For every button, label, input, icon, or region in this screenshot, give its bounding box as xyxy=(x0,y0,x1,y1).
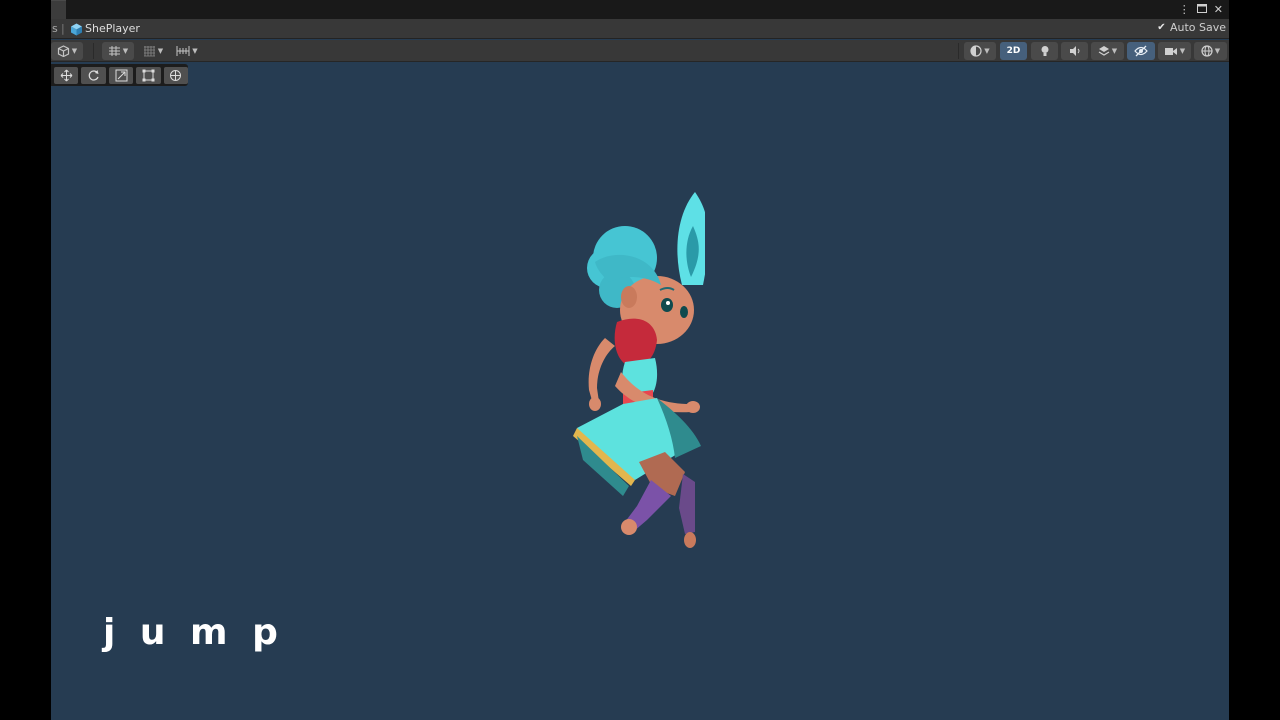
move-icon xyxy=(60,69,73,81)
toolbar-separator xyxy=(958,43,959,59)
shading-mode-dropdown[interactable]: ▼ xyxy=(964,42,996,60)
lighting-toggle[interactable] xyxy=(1031,42,1058,60)
animation-caption: j u m p xyxy=(103,612,284,653)
chevron-down-icon: ▼ xyxy=(984,47,990,55)
chevron-down-icon: ▼ xyxy=(1179,47,1186,55)
rotate-icon xyxy=(88,69,99,81)
cube-outline-icon xyxy=(57,45,69,57)
effects-dropdown[interactable]: ▼ xyxy=(1091,42,1124,60)
chevron-down-icon: ▼ xyxy=(192,47,198,55)
scene-toolbar: ▼ ▼ ▼ ▼ ▼ 2D ▼ ▼ ▼ xyxy=(51,40,1229,62)
check-icon[interactable]: ✔ xyxy=(1156,22,1167,33)
chevron-down-icon: ▼ xyxy=(122,47,129,55)
grid-snap-dropdown[interactable]: ▼ xyxy=(137,42,169,60)
pivot-dropdown[interactable]: ▼ xyxy=(102,42,134,60)
transform-icon xyxy=(170,69,182,81)
move-tool-button[interactable] xyxy=(54,66,79,84)
scale-icon xyxy=(115,69,128,81)
character-headdress xyxy=(677,192,705,285)
chevron-down-icon: ▼ xyxy=(71,47,78,55)
camera-icon xyxy=(1164,47,1177,55)
tab-strip: ⋮ ✕ xyxy=(51,0,1229,19)
maximize-icon[interactable] xyxy=(1196,3,1207,16)
globe-icon xyxy=(1201,45,1213,57)
character-skirt xyxy=(573,398,701,496)
gizmos-dropdown[interactable]: ▼ xyxy=(1194,42,1227,60)
rotate-tool-button[interactable] xyxy=(81,66,106,84)
prefab-cube-icon xyxy=(70,21,83,40)
transform-tools-overlay xyxy=(51,64,189,86)
chevron-down-icon: ▼ xyxy=(1111,47,1118,55)
breadcrumb-previous[interactable]: s xyxy=(52,22,58,35)
ruler-icon xyxy=(176,46,190,56)
auto-save-toggle[interactable]: ✔ Auto Save xyxy=(1156,21,1226,34)
kebab-icon[interactable]: ⋮ xyxy=(1179,3,1190,16)
sphere-icon xyxy=(970,45,982,57)
transform-tool-button[interactable] xyxy=(163,66,189,84)
close-icon[interactable]: ✕ xyxy=(1214,3,1223,16)
layers-icon xyxy=(1098,46,1110,56)
light-bulb-icon xyxy=(1041,46,1048,56)
eye-hidden-icon xyxy=(1134,45,1148,57)
window-controls: ⋮ ✕ xyxy=(1179,1,1223,18)
view-2d-toggle[interactable]: 2D xyxy=(1000,42,1027,60)
rect-transform-icon xyxy=(142,69,155,81)
draw-mode-dropdown[interactable]: ▼ xyxy=(51,42,83,60)
breadcrumb-separator: | xyxy=(61,22,65,35)
camera-dropdown[interactable]: ▼ xyxy=(1158,42,1191,60)
chevron-down-icon: ▼ xyxy=(1214,47,1221,55)
scale-tool-button[interactable] xyxy=(108,66,134,84)
rect-tool-button[interactable] xyxy=(136,66,161,84)
character-sprite[interactable] xyxy=(525,190,705,552)
toolbar-separator xyxy=(93,43,94,59)
increment-snap-dropdown[interactable]: ▼ xyxy=(171,42,203,60)
chevron-down-icon: ▼ xyxy=(157,47,164,55)
audio-toggle[interactable] xyxy=(1061,42,1088,60)
scene-view-window: ⋮ ✕ s | ShePlayer ✔ Auto Save ▼ ▼ ▼ ▼ ▼ … xyxy=(51,0,1229,720)
breadcrumb-current[interactable]: ShePlayer xyxy=(85,22,140,35)
grid-icon xyxy=(143,46,155,57)
speaker-icon xyxy=(1069,46,1079,56)
auto-save-label: Auto Save xyxy=(1169,21,1226,34)
pivot-grid-icon xyxy=(108,46,120,56)
tab-scene[interactable] xyxy=(51,0,66,19)
scene-visibility-toggle[interactable] xyxy=(1127,42,1155,60)
character-arm-back xyxy=(588,338,615,411)
breadcrumb: s | ShePlayer ✔ Auto Save xyxy=(51,19,1229,39)
